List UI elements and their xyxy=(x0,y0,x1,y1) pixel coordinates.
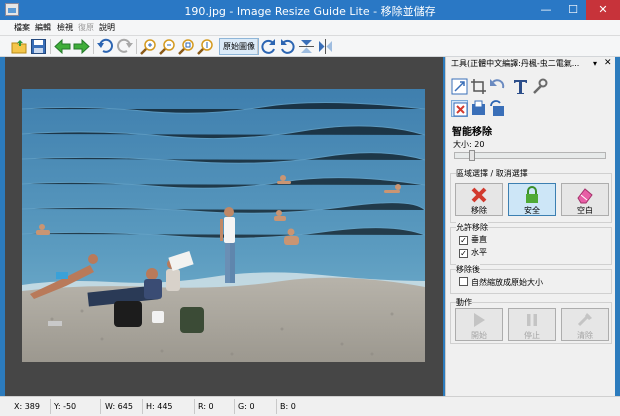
action-group-label: 動作 xyxy=(456,297,472,308)
menu-view[interactable]: 檢視 xyxy=(57,22,73,33)
stop-button[interactable]: 停止 xyxy=(508,308,556,341)
allow-group-label: 允許移除 xyxy=(456,222,488,233)
window-title: 190.jpg - Image Resize Guide Lite - 移除並儲… xyxy=(184,5,436,18)
status-g: G: 0 xyxy=(238,402,255,411)
vertical-checkbox[interactable]: ✓ 垂直 xyxy=(459,234,487,245)
after-group-label: 移除後 xyxy=(456,264,480,275)
menu-file[interactable]: 檔案 xyxy=(14,22,30,33)
title-bar: 190.jpg - Image Resize Guide Lite - 移除並儲… xyxy=(0,0,620,20)
checkbox-box: ✓ xyxy=(459,236,468,245)
eraser-icon xyxy=(577,188,593,204)
smart-undo-icon[interactable] xyxy=(489,100,506,117)
natural-scale-checkbox[interactable]: 自然縮放成原始大小 xyxy=(459,277,543,288)
clear-button[interactable]: 清除 xyxy=(561,308,609,341)
section-title: 智能移除 xyxy=(452,127,492,138)
allow-group: 允許移除 ✓ 垂直 ✓ 水平 xyxy=(450,222,612,265)
zoom-out-icon[interactable] xyxy=(159,38,176,55)
wrench-icon[interactable] xyxy=(531,78,548,95)
resize-icon[interactable] xyxy=(451,78,468,95)
select-group-label: 區域選擇 / 取消選擇 xyxy=(456,168,528,179)
panel-header: 工具(正體中文編譯:丹楓-虫二電氣... xyxy=(451,59,580,68)
smart-save-icon[interactable] xyxy=(470,100,487,117)
blank-button[interactable]: 空白 xyxy=(561,183,609,216)
beach-photo[interactable] xyxy=(22,89,425,362)
pause-icon xyxy=(527,314,537,326)
rotate-tool-icon[interactable] xyxy=(489,78,506,95)
select-group: 區域選擇 / 取消選擇 移除 安全 空白 xyxy=(450,168,612,223)
back-icon[interactable] xyxy=(54,38,71,55)
toolbar: 原始圖像 xyxy=(0,36,620,57)
status-x: X: 389 xyxy=(14,402,40,411)
checkbox-box: ✓ xyxy=(459,249,468,258)
flip-horizontal-icon[interactable] xyxy=(317,38,334,55)
status-r: R: 0 xyxy=(198,402,214,411)
size-slider-thumb[interactable] xyxy=(469,150,475,161)
flip-vertical-icon[interactable] xyxy=(298,38,315,55)
safe-button[interactable]: 安全 xyxy=(508,183,556,216)
after-group: 移除後 自然縮放成原始大小 xyxy=(450,264,612,294)
save-icon[interactable] xyxy=(30,38,47,55)
remove-x-icon xyxy=(471,187,487,203)
remove-button[interactable]: 移除 xyxy=(455,183,503,216)
tool-panel: 工具(正體中文編譯:丹楓-虫二電氣... ▾ ✕ 智能移除 大小: 20 區域選… xyxy=(445,57,615,396)
panel-pin-icon[interactable]: ▾ xyxy=(593,59,597,68)
text-icon[interactable] xyxy=(512,78,529,95)
close-button[interactable]: ✕ xyxy=(586,0,620,20)
play-icon xyxy=(474,313,485,327)
clear-icon xyxy=(577,313,592,327)
menu-bar: 檔案 編輯 檢視 復原 說明 xyxy=(0,20,620,36)
status-bar: X: 389 Y: -50 W: 645 H: 445 R: 0 G: 0 B:… xyxy=(0,396,620,416)
checkbox-box xyxy=(459,277,468,286)
panel-close-icon[interactable]: ✕ xyxy=(604,58,612,68)
maximize-button[interactable]: ☐ xyxy=(560,0,586,20)
menu-help[interactable]: 說明 xyxy=(99,22,115,33)
status-b: B: 0 xyxy=(280,402,296,411)
crop-icon[interactable] xyxy=(470,78,487,95)
undo-icon[interactable] xyxy=(97,38,114,55)
image-canvas[interactable] xyxy=(5,57,443,396)
open-icon[interactable] xyxy=(11,38,28,55)
menu-edit[interactable]: 編輯 xyxy=(35,22,51,33)
rotate-ccw-icon[interactable] xyxy=(279,38,296,55)
original-size-button[interactable]: 原始圖像 xyxy=(219,38,259,55)
redo-icon[interactable] xyxy=(116,38,133,55)
zoom-actual-icon[interactable] xyxy=(197,38,214,55)
minimize-button[interactable]: — xyxy=(533,0,559,20)
zoom-in-icon[interactable] xyxy=(140,38,157,55)
status-h: H: 445 xyxy=(146,402,173,411)
status-w: W: 645 xyxy=(105,402,133,411)
smart-remove-icon[interactable] xyxy=(451,100,468,117)
action-group: 動作 開始 停止 清除 xyxy=(450,297,612,344)
menu-restore[interactable]: 復原 xyxy=(78,22,94,33)
forward-icon[interactable] xyxy=(73,38,90,55)
lock-icon xyxy=(526,186,538,203)
status-y: Y: -50 xyxy=(54,402,77,411)
start-button[interactable]: 開始 xyxy=(455,308,503,341)
rotate-cw-icon[interactable] xyxy=(260,38,277,55)
horizontal-checkbox[interactable]: ✓ 水平 xyxy=(459,247,487,258)
zoom-fit-icon[interactable] xyxy=(178,38,195,55)
size-slider[interactable] xyxy=(454,150,606,161)
size-label: 大小: 20 xyxy=(453,140,485,149)
